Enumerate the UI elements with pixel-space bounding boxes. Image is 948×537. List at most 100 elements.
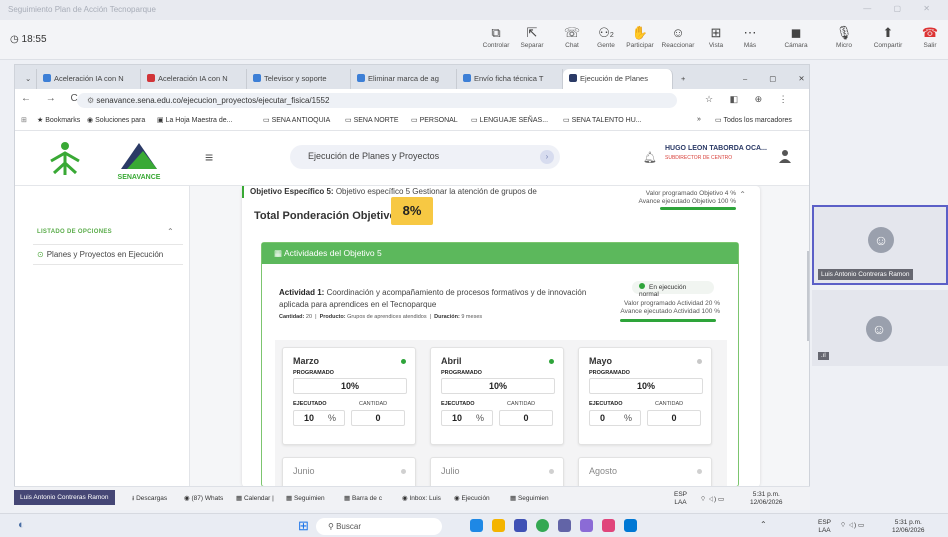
activity-progress-bar <box>620 319 716 322</box>
shared-browser-window: ⌄ Aceleración IA con N Aceleración IA co… <box>14 64 810 487</box>
activity-programado: Valor programado Actividad 20 % <box>624 300 720 307</box>
objective-ejecutado: Avance ejecutado Objetivo 100 % <box>638 198 736 205</box>
cantidad-input[interactable]: 0 <box>647 410 701 426</box>
month-status-dot <box>549 469 554 474</box>
browser-tab[interactable]: Aceleración IA con N <box>37 69 141 89</box>
window-controls[interactable]: — ▢ ✕ <box>863 4 940 13</box>
cantidad-input[interactable]: 0 <box>351 410 405 426</box>
ejecutado-input[interactable]: 10% <box>293 410 345 426</box>
bookmark-folder[interactable]: ▭ SENA TALENTO HU... <box>563 116 642 124</box>
new-tab-button[interactable]: + <box>675 69 695 89</box>
menu-toggle-icon[interactable]: ≡ <box>205 149 213 165</box>
browser-tab-active[interactable]: Ejecución de Planes <box>563 69 673 89</box>
month-card-julio: Julio <box>430 457 564 487</box>
toolbar-icons[interactable]: ☆ ◧ ⊕ ⋮ <box>705 94 795 105</box>
participant-tile[interactable]: ☺ Luis Antonio Contreras Ramon <box>812 205 948 285</box>
network-volume-icons[interactable]: ⌔ ◁) ▭ <box>700 494 724 503</box>
ejecutado-input[interactable]: 10% <box>441 410 493 426</box>
mic-button[interactable]: 🎙 Micro <box>826 24 862 49</box>
chevron-up-icon[interactable]: ⌃ <box>167 227 174 236</box>
clock[interactable]: 5:31 p.m. 12/06/2026 <box>750 491 783 507</box>
month-name: Mayo <box>589 356 613 366</box>
all-bookmarks[interactable]: ▭ Todos los marcadores <box>715 116 792 124</box>
taskbar-app[interactable]: ◉ (87) Whats <box>184 494 223 502</box>
language-indicator[interactable]: ESP LAA <box>818 519 831 535</box>
file-explorer-icon[interactable] <box>492 519 505 532</box>
chevron-up-icon[interactable]: ⌃ <box>739 190 746 199</box>
activity-ejecutado: Avance ejecutado Actividad 100 % <box>620 308 720 315</box>
leave-button[interactable]: ☎ Salir <box>912 24 948 49</box>
months-grid: Marzo PROGRAMADO 10% EJECUTADO CANTIDAD … <box>275 340 727 487</box>
app-icon[interactable] <box>602 519 615 532</box>
url-field[interactable]: ⚙ senavance.sena.edu.co/ejecucion_proyec… <box>77 93 677 108</box>
cantidad-input[interactable]: 0 <box>499 410 553 426</box>
objective-title: Objetivo Específico 5: Objetivo específi… <box>250 187 537 196</box>
browser-tab[interactable]: Aceleración IA con N <box>141 69 247 89</box>
camera-button[interactable]: ◼ Cámara <box>778 24 814 49</box>
browser-tab[interactable]: Eliminar marca de ag <box>351 69 457 89</box>
taskbar-app[interactable]: ▦ Seguimien <box>286 494 325 502</box>
month-status-dot <box>401 469 406 474</box>
bookmark-folder[interactable]: ▭ PERSONAL <box>411 116 458 124</box>
widgets-icon[interactable]: ◐ <box>18 519 25 531</box>
chevron-right-icon[interactable]: › <box>540 150 554 164</box>
ejecutado-input[interactable]: 0% <box>589 410 641 426</box>
bookmarks-overflow[interactable]: » <box>697 116 701 123</box>
bookmark-item[interactable]: ▣ La Hoja Maestra de... <box>157 116 233 124</box>
month-status-dot <box>697 359 702 364</box>
more-icon: ⋯ <box>743 25 757 40</box>
view-button[interactable]: ⊞ Vista <box>698 24 734 49</box>
share-icon: ⬆ <box>882 25 894 40</box>
browser-taskbar-icon[interactable] <box>470 519 483 532</box>
vscode-icon[interactable] <box>624 519 637 532</box>
taskbar-app[interactable]: ⭳ Descargas <box>132 494 167 505</box>
raise-hand-button[interactable]: ✋ Participar <box>622 24 658 49</box>
react-button[interactable]: ☺ Reaccionar <box>660 24 696 49</box>
ejecutado-label: EJECUTADO <box>293 401 327 407</box>
people-icon: ⚇2 <box>598 25 614 40</box>
tab-strip: ⌄ Aceleración IA con N Aceleración IA co… <box>15 65 809 89</box>
chevron-up-icon[interactable]: ⌃ <box>760 520 767 529</box>
taskbar-app[interactable]: ◉ Inbox: Luis <box>402 494 441 502</box>
teams-icon[interactable] <box>558 519 571 532</box>
wifi-volume-battery-icons[interactable]: ⌔ ◁) ▭ <box>840 522 864 530</box>
bookmark-folder[interactable]: ▭ LENGUAJE SEÑAS... <box>471 116 548 124</box>
cantidad-label: CANTIDAD <box>359 401 388 407</box>
language-indicator[interactable]: ESP LAA <box>674 491 687 507</box>
taskbar-app[interactable]: ▦ Barra de c <box>344 494 382 502</box>
share-button[interactable]: ⬆ Compartir <box>870 24 906 49</box>
windows-start-icon[interactable]: ⊞ <box>298 518 309 534</box>
taskbar-search[interactable]: ⚲ Buscar <box>316 518 442 535</box>
separate-button[interactable]: ⇱ Separar <box>514 24 550 49</box>
apps-icon[interactable]: ⊞ <box>21 116 27 124</box>
taskbar-app[interactable]: ▦ Seguimien <box>510 494 549 502</box>
taskbar-app[interactable]: ▦ Calendar | <box>236 494 274 502</box>
user-avatar-icon[interactable] <box>779 149 791 163</box>
bookmark-folder[interactable]: ▭ SENA NORTE <box>345 116 399 124</box>
copilot-icon[interactable] <box>514 519 527 532</box>
taskbar-app[interactable]: ◉ Ejecución <box>454 494 490 502</box>
app-header: SENA SENAVANCE ≡ Ejecución de Planes y P… <box>15 131 809 186</box>
month-status-dot <box>401 359 406 364</box>
sidebar-heading: LISTADO DE OPCIONES <box>37 229 112 235</box>
bell-icon[interactable]: 🔔︎ <box>643 151 657 164</box>
sidebar-item-planes[interactable]: ⊙ Planes y Proyectos en Ejecución <box>33 244 183 265</box>
bookmark-folder[interactable]: ▭ SENA ANTIOQUIA <box>263 116 330 124</box>
app-icon[interactable] <box>580 519 593 532</box>
participant-tile[interactable]: ☺ .ıl <box>812 290 948 366</box>
browser-tab[interactable]: Televisor y soporte <box>247 69 351 89</box>
chrome-icon[interactable] <box>536 519 549 532</box>
month-name: Marzo <box>293 356 320 366</box>
more-button[interactable]: ⋯ Más <box>732 24 768 49</box>
control-button[interactable]: ⧉ Controlar <box>478 24 514 49</box>
scrollbar[interactable] <box>807 251 809 341</box>
tab-search-button[interactable]: ⌄ <box>19 69 37 89</box>
browser-window-controls[interactable]: – ▢ ✕ <box>737 69 807 89</box>
clock[interactable]: 5:31 p.m. 12/06/2026 <box>892 519 925 535</box>
browser-tab[interactable]: Envío ficha técnica T <box>457 69 563 89</box>
bookmark-item[interactable]: ◉ Soluciones para <box>87 116 145 124</box>
people-button[interactable]: ⚇2 Gente <box>588 24 624 49</box>
chat-button[interactable]: ☏ Chat <box>554 24 590 49</box>
bookmark-item[interactable]: ★ Bookmarks <box>37 116 80 124</box>
site-info-icon: ⚙ <box>87 96 97 105</box>
